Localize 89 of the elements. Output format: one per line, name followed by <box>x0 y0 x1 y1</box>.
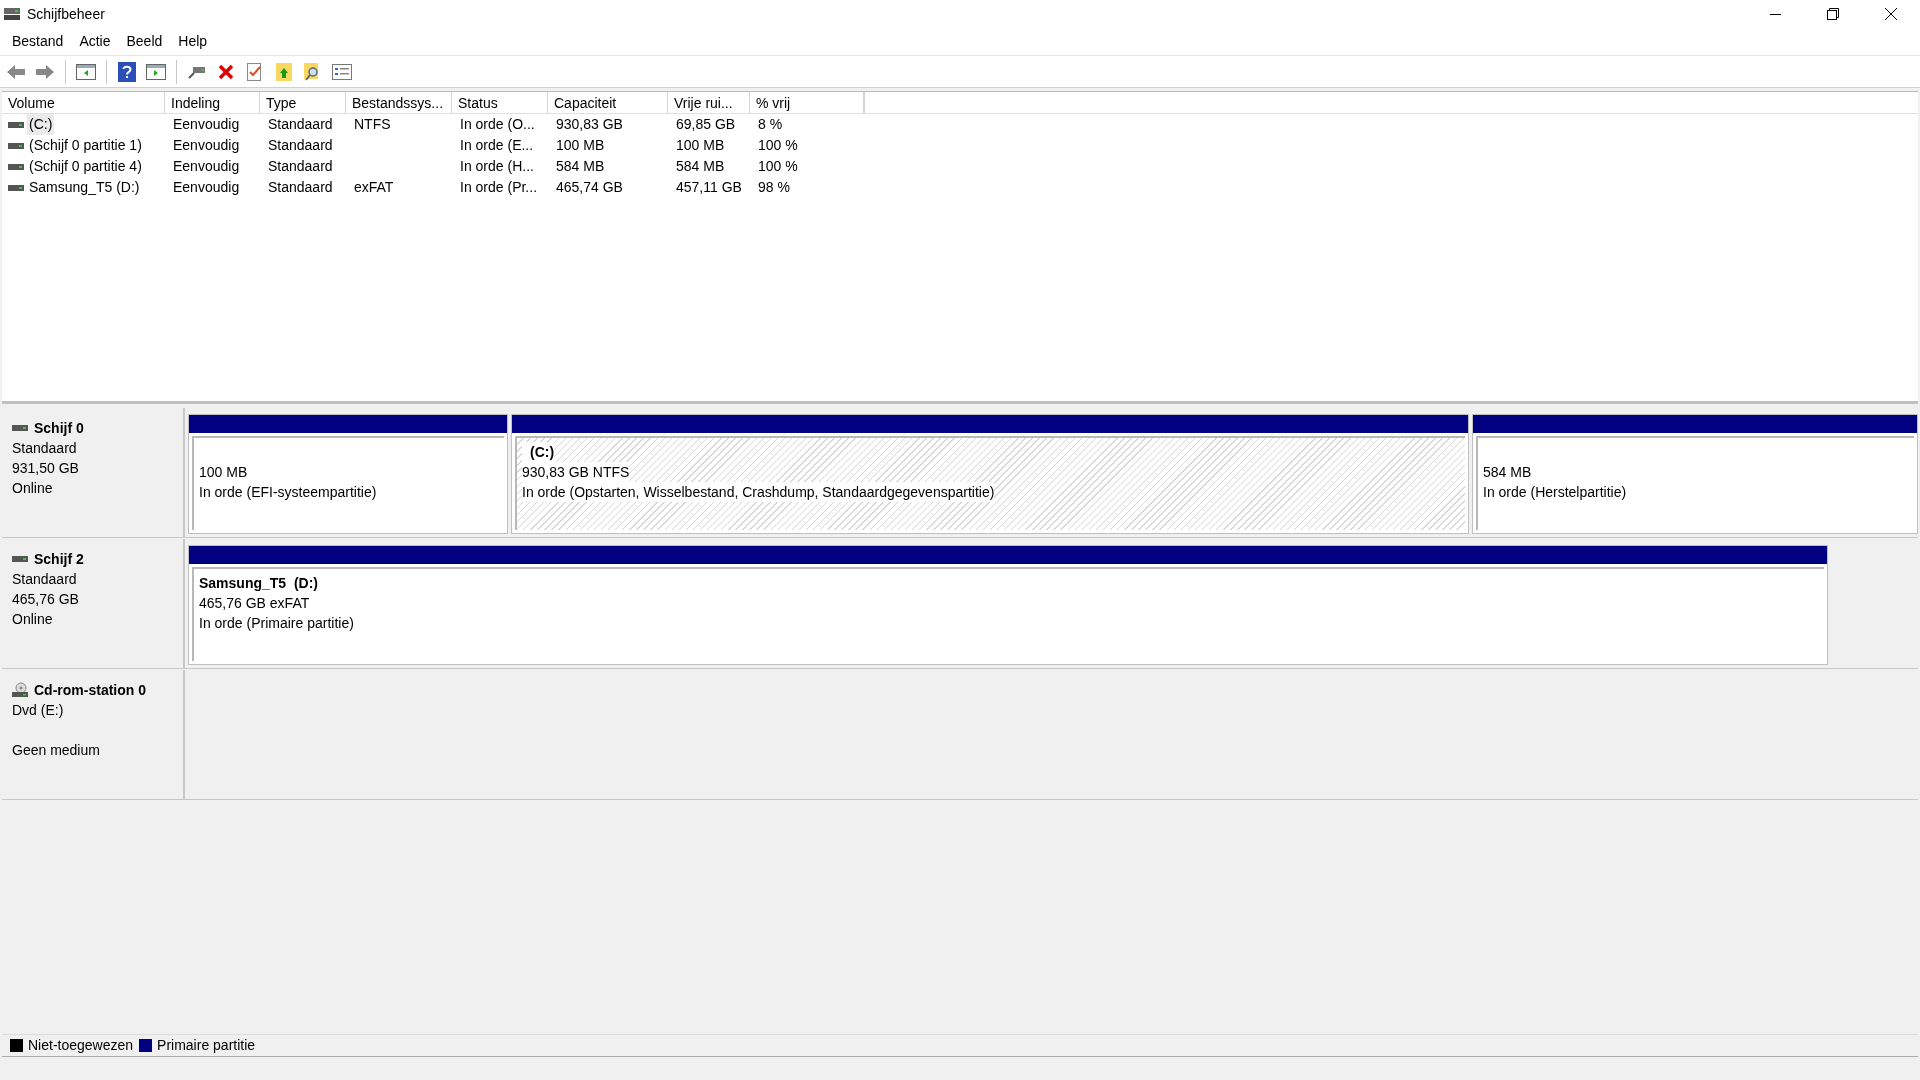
delete-icon <box>218 63 234 80</box>
partition-title: (C:) <box>522 442 555 462</box>
partition-size: 584 MB <box>1483 463 1532 482</box>
disk-detail: Dvd (E:) <box>12 701 65 720</box>
table-cell: Eenvoudig <box>173 158 240 174</box>
table-cell[interactable]: Samsung_T5 (D:) <box>27 177 142 198</box>
table-cell: Standaard <box>268 116 333 132</box>
back-arrow-icon <box>6 63 26 80</box>
restore-icon <box>1827 8 1839 20</box>
table-cell: 100 MB <box>676 137 725 153</box>
column-header[interactable]: % vrij <box>750 92 864 114</box>
partition-size: 465,76 GB exFAT <box>199 594 310 613</box>
partition-size: 100 MB <box>199 463 248 482</box>
checked-document-icon <box>247 62 263 81</box>
table-cell: In orde (H... <box>460 158 534 174</box>
table-cell: 69,85 GB <box>676 116 736 132</box>
table-cell: exFAT <box>354 179 394 195</box>
forward-arrow-icon <box>35 63 55 80</box>
partition-block[interactable]: 100 MB In orde (EFI-systeempartitie) <box>188 414 508 534</box>
column-header[interactable]: Capaciteit <box>548 92 668 114</box>
partition-status: In orde (EFI-systeempartitie) <box>199 483 377 502</box>
table-cell: Standaard <box>268 137 333 153</box>
drive-icon <box>8 182 24 193</box>
partition-block[interactable]: (C:) 930,83 GB NTFS In orde (Opstarten, Wisselbestand, Crashdump, Standaardgegevenspartitie) <box>511 414 1469 534</box>
drive-icon <box>8 119 24 130</box>
table-cell: 584 MB <box>676 158 725 174</box>
disk-detail: Standaard <box>12 439 78 458</box>
disk-name: Schijf 0 <box>34 419 84 438</box>
disk-info-panel[interactable]: Schijf 0 Standaard 931,50 GB Online <box>2 408 185 537</box>
legend-label: Niet-toegewezen <box>28 1036 134 1055</box>
table-cell: Eenvoudig <box>173 179 240 195</box>
column-header[interactable]: Vrije rui... <box>668 92 750 114</box>
drive-icon <box>8 161 24 172</box>
disk-status: Geen medium <box>12 741 101 760</box>
column-header[interactable]: Indeling <box>165 92 260 114</box>
disk-name: Schijf 2 <box>34 550 84 569</box>
disk-detail: Online <box>12 610 54 629</box>
partition-title: Samsung_T5 (D:) <box>199 574 318 593</box>
table-cell: 8 % <box>758 116 783 132</box>
legend-label: Primaire partitie <box>157 1036 256 1055</box>
menu-item[interactable]: Bestand <box>4 31 72 52</box>
disk-info-panel[interactable]: Schijf 2 Standaard 465,76 GB Online <box>2 539 185 668</box>
app-icon <box>3 6 21 22</box>
disk-detail: Online <box>12 479 54 498</box>
table-cell: In orde (E... <box>460 137 534 153</box>
window-title: Schijfbeheer <box>27 4 105 24</box>
table-cell: Eenvoudig <box>173 116 240 132</box>
drive-icon <box>8 140 24 151</box>
partition-status: In orde (Herstelpartitie) <box>1483 483 1627 502</box>
table-cell: In orde (Pr... <box>460 179 538 195</box>
column-header[interactable]: Status <box>452 92 548 114</box>
table-cell: 465,74 GB <box>556 179 623 195</box>
partition-block[interactable]: Samsung_T5 (D:) 465,76 GB exFAT In orde (Primaire partitie) <box>188 545 1828 665</box>
disk-detail: Standaard <box>12 570 78 589</box>
table-cell: Eenvoudig <box>173 137 240 153</box>
window-panel-icon <box>76 63 96 80</box>
minimize-icon <box>1769 13 1781 15</box>
menu-item[interactable]: Help <box>170 31 216 52</box>
close-icon <box>1885 8 1897 20</box>
disk-info-panel[interactable]: Cd-rom-station 0 Dvd (E:) Geen medium <box>2 670 185 799</box>
partition-block[interactable]: 584 MB In orde (Herstelpartitie) <box>1472 414 1918 534</box>
table-cell[interactable]: (Schijf 0 partitie 1) <box>27 135 144 156</box>
checklist-icon <box>332 63 352 80</box>
window-panel-icon <box>146 63 166 80</box>
table-cell[interactable]: (Schijf 0 partitie 4) <box>27 156 144 177</box>
partition-status: In orde (Primaire partitie) <box>199 614 354 633</box>
table-cell: 100 MB <box>556 137 605 153</box>
table-cell: In orde (O... <box>460 116 535 132</box>
cd-drive-icon <box>12 682 28 698</box>
table-cell[interactable]: (C:) <box>27 114 55 135</box>
table-cell: 98 % <box>758 179 790 195</box>
partition-size: 930,83 GB NTFS <box>522 462 630 482</box>
menu-item[interactable]: Actie <box>71 31 119 52</box>
disk-detail: 931,50 GB <box>12 459 80 478</box>
column-header[interactable]: Type <box>260 92 346 114</box>
table-cell: Standaard <box>268 179 333 195</box>
disk-name: Cd-rom-station 0 <box>34 681 146 700</box>
help-icon <box>118 61 136 82</box>
table-cell: 100 % <box>758 158 798 174</box>
menu-item[interactable]: Beeld <box>118 31 171 52</box>
table-cell: 930,83 GB <box>556 116 623 132</box>
table-cell: 100 % <box>758 137 798 153</box>
partition-status: In orde (Opstarten, Wisselbestand, Crashdump, Standaardgegevenspartitie) <box>522 482 995 502</box>
table-cell: 584 MB <box>556 158 605 174</box>
table-cell: NTFS <box>354 116 391 132</box>
column-header[interactable]: Bestandssys... <box>346 92 452 114</box>
table-cell: 457,11 GB <box>676 179 742 195</box>
table-cell: Standaard <box>268 158 333 174</box>
disk-detail: 465,76 GB <box>12 590 80 609</box>
